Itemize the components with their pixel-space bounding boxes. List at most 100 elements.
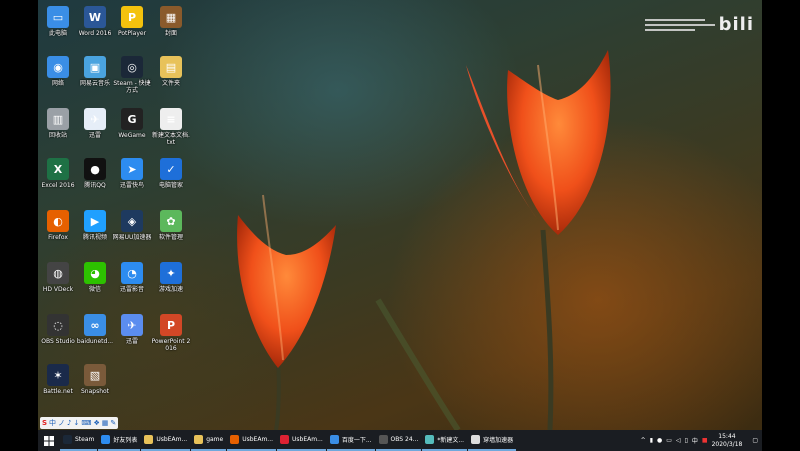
taskbar-app[interactable]: Steam bbox=[60, 430, 98, 451]
network-icon[interactable]: ▮ bbox=[650, 437, 653, 444]
desktop-icon-label: 网易UU加速器 bbox=[112, 234, 152, 241]
desktop-icon-label: 游戏加速 bbox=[158, 286, 183, 293]
desktop-icon-label: HD VDeck bbox=[42, 286, 74, 293]
ime-item[interactable]: ♪ bbox=[67, 418, 71, 428]
taskbar-app[interactable]: game bbox=[191, 430, 227, 451]
desktop-icon[interactable]: ◌ OBS Studio bbox=[38, 314, 78, 345]
taskbar-app[interactable]: OBS 24... bbox=[375, 430, 422, 451]
taskbar-app[interactable]: 百度一下... bbox=[326, 430, 375, 451]
app-icon: ✦ bbox=[160, 262, 182, 284]
taskbar-app-icon bbox=[378, 435, 388, 444]
taskbar-app-icon bbox=[280, 435, 290, 444]
battery-icon[interactable]: ▭ bbox=[666, 437, 672, 444]
desktop-icon[interactable]: ◍ HD VDeck bbox=[38, 262, 78, 293]
ime-item[interactable]: 中 bbox=[49, 418, 56, 428]
desktop-icon[interactable]: ▭ 此电脑 bbox=[38, 6, 78, 37]
app-icon: ◕ bbox=[84, 262, 106, 284]
desktop-icon[interactable]: P PotPlayer bbox=[112, 6, 152, 37]
clock-time: 15:44 bbox=[718, 432, 736, 440]
desktop-icon-label: Word 2016 bbox=[78, 30, 112, 37]
ime-item[interactable]: ▦ bbox=[102, 418, 109, 428]
taskbar-app-label: 穿墙加速器 bbox=[483, 437, 514, 444]
bilibili-watermark: bili bbox=[644, 14, 754, 35]
desktop-icon[interactable]: ◉ 网络 bbox=[38, 56, 78, 87]
desktop-icon[interactable]: ◈ 网易UU加速器 bbox=[112, 210, 152, 241]
desktop-icon-label: Steam - 快捷方式 bbox=[113, 80, 151, 94]
desktop-icon[interactable]: ✦ 游戏加速 bbox=[151, 262, 191, 293]
desktop-icon-label: 软件管理 bbox=[158, 234, 183, 241]
desktop-icon[interactable]: P PowerPoint 2016 bbox=[151, 314, 191, 352]
ime-item[interactable]: ✎ bbox=[110, 418, 116, 428]
app-icon: ◍ bbox=[47, 262, 69, 284]
desktop-icon[interactable]: ≡ 新建文本文档.txt bbox=[151, 108, 191, 146]
wifi-icon[interactable]: ▯ bbox=[685, 437, 688, 444]
desktop-icon[interactable]: ◕ 微信 bbox=[75, 262, 115, 293]
desktop-icon[interactable]: ▶ 腾讯视频 bbox=[75, 210, 115, 241]
desktop-icon-label: Firefox bbox=[48, 234, 68, 241]
ime-item[interactable]: ノ bbox=[58, 418, 65, 428]
desktop-icon[interactable]: ▤ 文件夹 bbox=[151, 56, 191, 87]
ime-item[interactable]: ↓ bbox=[74, 418, 80, 428]
desktop-icon-label: Snapshot bbox=[80, 388, 110, 395]
desktop-icon[interactable]: ▧ Snapshot bbox=[75, 364, 115, 395]
desktop-icon[interactable]: ◎ Steam - 快捷方式 bbox=[112, 56, 152, 94]
desktop-icon-label: 微信 bbox=[88, 286, 101, 293]
windows-icon bbox=[44, 435, 54, 446]
desktop-icon-label: 迅雷 bbox=[88, 132, 101, 139]
desktop-icon[interactable]: ▣ 网易云音乐 bbox=[75, 56, 115, 87]
app-icon: G bbox=[121, 108, 143, 130]
desktop-icon[interactable]: W Word 2016 bbox=[75, 6, 115, 37]
tray-ime[interactable]: 中 bbox=[692, 436, 698, 445]
ime-toolbar[interactable]: S 中 ノ ♪ ↓ ⌨ ❖ ▦ ✎ bbox=[40, 417, 119, 429]
taskbar-app[interactable]: 好友列表 bbox=[98, 430, 141, 451]
notification-icon[interactable]: ▢ bbox=[752, 437, 758, 444]
desktop-icon[interactable]: ✈ 迅雷 bbox=[112, 314, 152, 345]
start-button[interactable] bbox=[38, 430, 60, 451]
app-icon: ◐ bbox=[47, 210, 69, 232]
antivirus-icon[interactable]: ■ bbox=[702, 437, 708, 444]
clock[interactable]: 15:44 2020/3/18 bbox=[712, 433, 743, 449]
taskbar-app[interactable]: 穿墙加速器 bbox=[468, 430, 517, 451]
desktop-icon[interactable]: ➤ 迅雷快鸟 bbox=[112, 158, 152, 189]
app-icon: ≡ bbox=[160, 108, 182, 130]
desktop-icon[interactable]: ◔ 迅雷影音 bbox=[112, 262, 152, 293]
desktop-icon[interactable]: G WeGame bbox=[112, 108, 152, 139]
ime-item[interactable]: ❖ bbox=[94, 418, 100, 428]
desktop-icon-label: PotPlayer bbox=[117, 30, 147, 37]
sogou-ime-icon[interactable]: S bbox=[42, 418, 47, 428]
taskbar-app[interactable]: UsbEAm... bbox=[277, 430, 326, 451]
desktop-icon[interactable]: ✈ 迅雷 bbox=[75, 108, 115, 139]
ime-item[interactable]: ⌨ bbox=[81, 418, 91, 428]
desktop-icon[interactable]: ✶ Battle.net bbox=[38, 364, 78, 395]
desktop-icon[interactable]: ✓ 电脑管家 bbox=[151, 158, 191, 189]
desktop-icon-label: 腾讯QQ bbox=[84, 182, 106, 189]
desktop-icon[interactable]: ◐ Firefox bbox=[38, 210, 78, 241]
taskbar-app[interactable]: *新建文... bbox=[422, 430, 468, 451]
taskbar-app-label: UsbEAm... bbox=[292, 436, 323, 443]
desktop-icon[interactable]: X Excel 2016 bbox=[38, 158, 78, 189]
app-icon: ✿ bbox=[160, 210, 182, 232]
app-icon: ◌ bbox=[47, 314, 69, 336]
desktop-icon[interactable]: ● 腾讯QQ bbox=[75, 158, 115, 189]
desktop-icon-label: 此电脑 bbox=[48, 30, 67, 37]
taskbar-app-icon bbox=[101, 435, 111, 444]
app-icon: ▦ bbox=[160, 6, 182, 28]
taskbar-app-icon bbox=[194, 435, 204, 444]
taskbar-app[interactable]: UsbEAm... bbox=[141, 430, 191, 451]
taskbar-app-icon bbox=[230, 435, 240, 444]
taskbar-app-label: Steam bbox=[75, 436, 95, 443]
taskbar-app-icon bbox=[425, 435, 435, 444]
desktop-icon[interactable]: ▦ 封面 bbox=[151, 6, 191, 37]
mic-icon[interactable]: ● bbox=[657, 437, 662, 444]
desktop-icon-label: Battle.net bbox=[43, 388, 73, 395]
desktop-icon[interactable]: ▥ 回收站 bbox=[38, 108, 78, 139]
app-icon: ✈ bbox=[84, 108, 106, 130]
volume-icon[interactable]: ◁ bbox=[676, 437, 681, 444]
desktop-icon[interactable]: ∞ baidunetd... bbox=[75, 314, 115, 345]
chevron-up-icon[interactable]: ^ bbox=[641, 437, 646, 444]
app-icon: ✶ bbox=[47, 364, 69, 386]
taskbar-app[interactable]: UsbEAm... bbox=[227, 430, 277, 451]
desktop-icon[interactable]: ✿ 软件管理 bbox=[151, 210, 191, 241]
system-tray: ^ ▮ ● ▭ ◁ ▯ 中 ■ 15:44 2020/3/18 ▢ bbox=[641, 430, 762, 451]
taskbar-app-label: UsbEAm... bbox=[242, 436, 274, 443]
